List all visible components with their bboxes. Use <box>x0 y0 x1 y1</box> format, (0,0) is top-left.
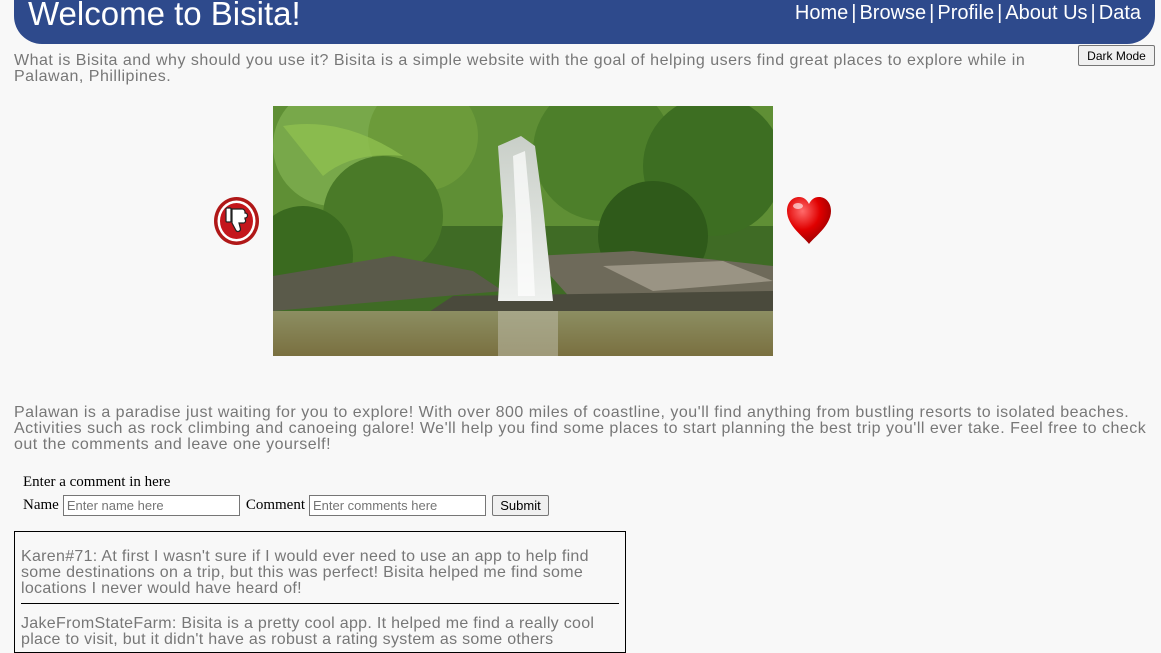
waterfall-photo <box>273 106 773 356</box>
main-nav: Home | Browse | Profile | About Us | Data <box>795 2 1141 25</box>
comment-item: Karen#71: At first I wasn't sure if I wo… <box>21 532 619 604</box>
name-label: Name <box>23 497 59 513</box>
site-title: Welcome to Bisita! <box>28 0 301 32</box>
nav-separator: | <box>851 2 857 24</box>
name-input[interactable] <box>62 495 240 516</box>
nav-separator: | <box>929 2 935 24</box>
nav-about-link[interactable]: About Us <box>1005 2 1087 24</box>
nav-profile-link[interactable]: Profile <box>937 2 994 24</box>
description-paragraph: Palawan is a paradise just waiting for y… <box>14 404 1147 453</box>
comment-label: Comment <box>245 497 305 513</box>
dark-mode-button[interactable]: Dark Mode <box>1078 45 1155 66</box>
form-heading: Enter a comment in here <box>23 474 171 490</box>
nav-data-link[interactable]: Data <box>1099 2 1141 24</box>
site-header: Welcome to Bisita! Home | Browse | Profile | A… <box>14 0 1155 44</box>
nav-separator: | <box>1090 2 1096 24</box>
comment-item: JakeFromStateFarm: Bisita is a pretty co… <box>21 615 595 648</box>
nav-browse-link[interactable]: Browse <box>859 2 926 24</box>
thumbs-down-icon[interactable] <box>213 196 260 246</box>
submit-button[interactable]: Submit <box>492 495 549 516</box>
nav-separator: | <box>997 2 1003 24</box>
nav-home-link[interactable]: Home <box>795 2 848 24</box>
heart-icon[interactable] <box>785 194 833 246</box>
comment-input[interactable] <box>309 495 486 516</box>
comment-form: Enter a comment in here Name Comment Sub… <box>23 474 549 516</box>
intro-text: What is Bisita and why should you use it… <box>14 52 1026 85</box>
